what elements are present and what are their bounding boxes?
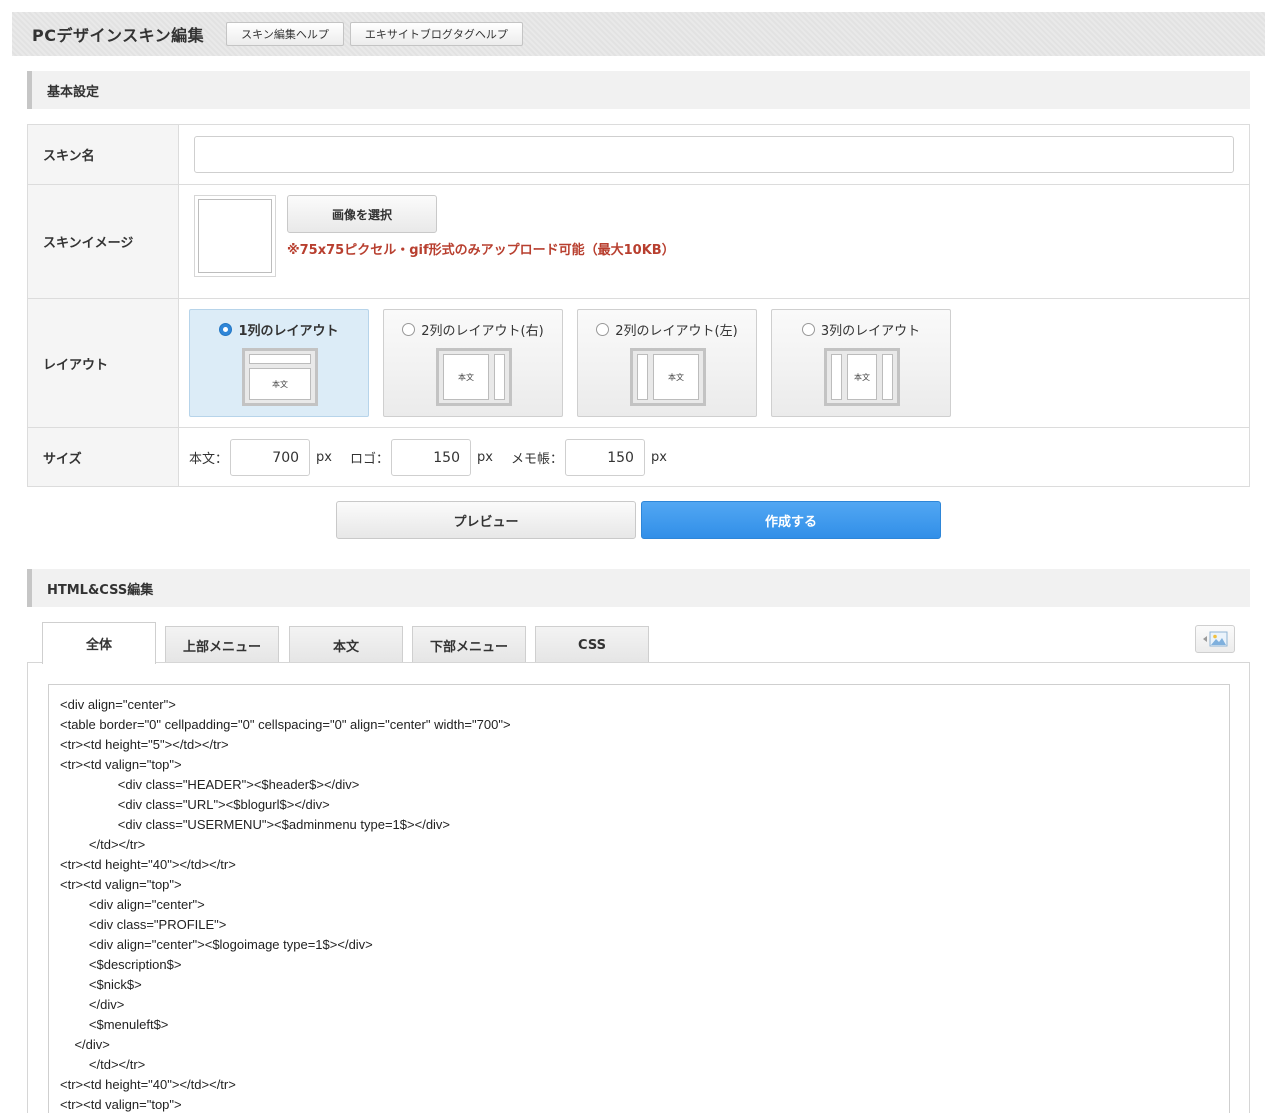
code-line: <div class="URL"><$blogurl$></div> xyxy=(60,797,330,812)
tab-bottom-menu[interactable]: 下部メニュー xyxy=(412,626,526,663)
code-line: </div> xyxy=(60,1037,110,1052)
tab-css[interactable]: CSS xyxy=(535,626,649,663)
code-line: <tr><td valign="top"> xyxy=(60,1097,182,1112)
code-line: <div class="USERMENU"><$adminmenu type=1… xyxy=(60,817,451,832)
preview-button[interactable]: プレビュー xyxy=(336,501,636,539)
logo-width-input[interactable]: 150 xyxy=(390,439,471,476)
page-header: PCデザインスキン編集 スキン編集ヘルプ エキサイトブログタグヘルプ xyxy=(12,12,1265,56)
skin-name-label: スキン名 xyxy=(27,124,179,185)
layout-label: レイアウト xyxy=(27,298,179,428)
body-width-unit: px xyxy=(316,450,332,465)
diagram-body-block: 本文 xyxy=(249,368,311,400)
code-line: <$menuleft$> xyxy=(60,1017,169,1032)
layout-2col-left-diagram: 本文 xyxy=(630,348,706,406)
image-upload-note: ※75x75ピクセル・gif形式のみアップロード可能（最大10KB） xyxy=(287,243,675,258)
diagram-side-block xyxy=(637,354,648,400)
diagram-side-block xyxy=(494,354,505,400)
radio-unselected-icon[interactable] xyxy=(596,323,610,336)
code-line: <tr><td height="40"></td></tr> xyxy=(60,857,236,872)
code-line: <tr><td height="40"></td></tr> xyxy=(60,1077,236,1092)
diagram-side-block xyxy=(831,354,842,400)
code-line: <div align="center"> xyxy=(60,697,176,712)
radio-selected-icon[interactable] xyxy=(219,323,233,336)
memo-width-unit: px xyxy=(650,450,667,465)
diagram-body-block: 本文 xyxy=(847,354,877,400)
select-image-button[interactable]: 画像を選択 xyxy=(287,195,437,233)
layout-1col-diagram: 本文 xyxy=(242,348,318,406)
layout-option-2col-left[interactable]: 2列のレイアウト(左) 本文 xyxy=(577,309,757,417)
layout-option-1col[interactable]: 1列のレイアウト 本文 xyxy=(189,309,369,417)
layout-option-label: 2列のレイアウト(左) xyxy=(615,324,738,339)
tab-body[interactable]: 本文 xyxy=(289,626,403,663)
html-code-textarea[interactable]: <div align="center"> <table border="0" ce… xyxy=(48,684,1230,1113)
skin-name-input[interactable] xyxy=(194,136,1234,173)
code-line: <table border="0" cellpadding="0" cellsp… xyxy=(60,717,511,732)
skin-edit-help-button[interactable]: スキン編集ヘルプ xyxy=(226,22,344,46)
layout-option-label: 2列のレイアウト(右) xyxy=(421,324,544,339)
tab-top-menu[interactable]: 上部メニュー xyxy=(165,626,279,663)
create-button[interactable]: 作成する xyxy=(641,501,941,539)
code-line: <tr><td height="5"></td></tr> xyxy=(60,737,229,752)
layout-3col-diagram: 本文 xyxy=(824,348,900,406)
code-line: </td></tr> xyxy=(60,837,146,852)
diagram-body-block: 本文 xyxy=(443,354,489,400)
layout-option-3col[interactable]: 3列のレイアウト 本文 xyxy=(771,309,951,417)
code-line: <tr><td valign="top"> xyxy=(60,757,182,772)
code-line: <div class="PROFILE"> xyxy=(60,917,227,932)
logo-width-label: ロゴ： xyxy=(349,452,389,467)
size-label: サイズ xyxy=(27,427,179,487)
logo-width-unit: px xyxy=(476,450,493,465)
tab-all[interactable]: 全体 xyxy=(42,622,156,664)
layout-option-label: 3列のレイアウト xyxy=(820,324,921,339)
radio-unselected-icon[interactable] xyxy=(801,323,815,336)
page-title: PCデザインスキン編集 xyxy=(32,26,205,45)
body-width-input[interactable]: 700 xyxy=(230,439,311,476)
diagram-side-block xyxy=(882,354,893,400)
editor-panel: <div align="center"> <table border="0" ce… xyxy=(27,662,1250,1113)
layout-2col-right-diagram: 本文 xyxy=(436,348,512,406)
skin-image-label: スキンイメージ xyxy=(27,184,179,299)
code-line: <$nick$> xyxy=(60,977,142,992)
code-line: <div align="center"> xyxy=(60,897,205,912)
body-width-label: 本文： xyxy=(189,452,229,467)
basic-settings-form: スキン名 スキンイメージ 画像を選択 ※75x75ピクセル・gif形式のみアップ… xyxy=(27,124,1250,487)
size-inputs: 本文： 700 px ロゴ： 150 px メモ帳： 150 px xyxy=(189,439,685,476)
diagram-body-block: 本文 xyxy=(653,354,699,400)
memo-width-label: メモ帳： xyxy=(510,452,563,467)
radio-unselected-icon[interactable] xyxy=(402,323,416,336)
blog-tag-help-button[interactable]: エキサイトブログタグヘルプ xyxy=(349,22,523,46)
layout-option-label: 1列のレイアウト xyxy=(238,324,339,339)
image-icon xyxy=(1203,631,1228,647)
insert-image-button[interactable] xyxy=(1195,625,1235,653)
code-line: <$description$> xyxy=(60,957,182,972)
code-line: <div align="center"><$logoimage type=1$>… xyxy=(60,937,373,952)
basic-settings-heading: 基本設定 xyxy=(27,71,1250,109)
layout-option-2col-right[interactable]: 2列のレイアウト(右) 本文 xyxy=(383,309,563,417)
diagram-header-block xyxy=(249,354,311,364)
html-css-heading: HTML&CSS編集 xyxy=(27,569,1250,607)
code-line: <tr><td valign="top"> xyxy=(60,877,182,892)
memo-width-input[interactable]: 150 xyxy=(564,439,645,476)
skin-image-preview xyxy=(194,195,276,277)
code-line: </td></tr> xyxy=(60,1057,146,1072)
code-line: </div> xyxy=(60,997,125,1012)
code-line: <div class="HEADER"><$header$></div> xyxy=(60,777,360,792)
